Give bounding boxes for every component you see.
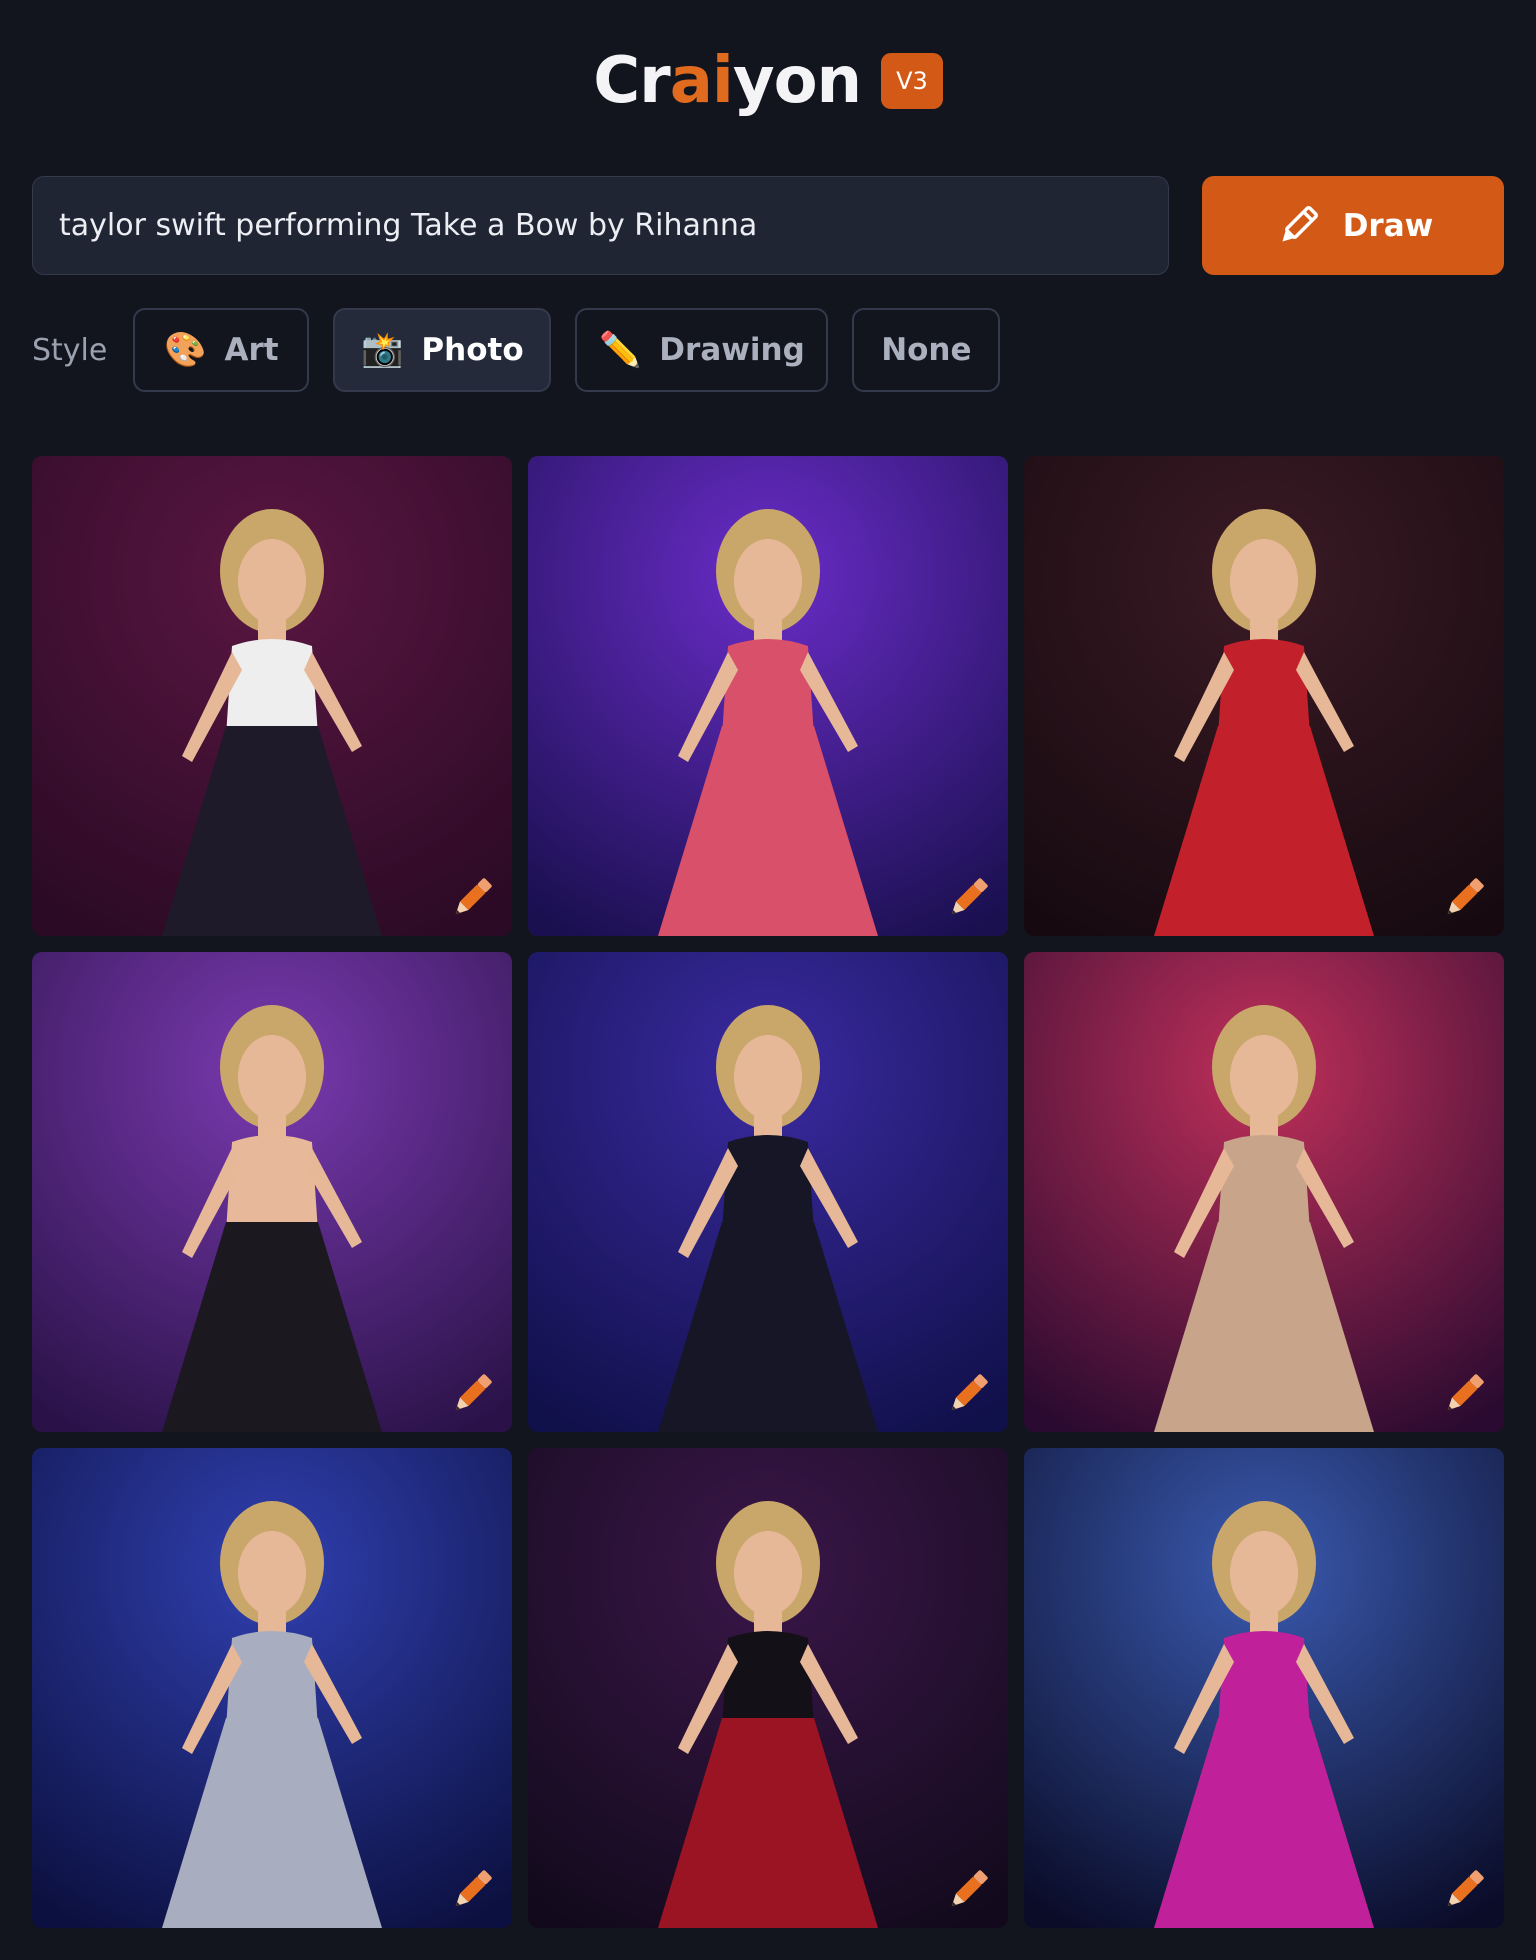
result-photo (1024, 1448, 1504, 1928)
edit-pencil-icon[interactable] (942, 1864, 994, 1916)
result-image-5[interactable] (528, 952, 1008, 1432)
result-image-1[interactable] (32, 456, 512, 936)
draw-button[interactable]: Draw (1202, 176, 1504, 275)
result-photo (32, 952, 512, 1432)
result-photo (32, 1448, 512, 1928)
edit-pencil-icon[interactable] (1438, 1864, 1490, 1916)
result-image-7[interactable] (32, 1448, 512, 1928)
prompt-input[interactable] (59, 208, 1142, 243)
edit-pencil-icon[interactable] (446, 1864, 498, 1916)
style-option-label: None (881, 332, 972, 368)
result-photo (32, 456, 512, 936)
prompt-field[interactable] (32, 176, 1169, 275)
style-option-label: Art (224, 332, 279, 368)
style-option-none[interactable]: None (852, 308, 1001, 392)
result-photo (1024, 952, 1504, 1432)
style-option-label: Photo (421, 332, 524, 368)
edit-pencil-icon[interactable] (942, 1368, 994, 1420)
style-option-drawing[interactable]: ✏️ Drawing (575, 308, 829, 392)
result-image-8[interactable] (528, 1448, 1008, 1928)
logo[interactable]: Craiyon V3 (0, 44, 1536, 118)
result-image-4[interactable] (32, 952, 512, 1432)
edit-pencil-icon[interactable] (1438, 872, 1490, 924)
style-option-photo[interactable]: 📸 Photo (333, 308, 552, 392)
draw-button-label: Draw (1342, 207, 1434, 244)
version-badge: V3 (881, 53, 943, 109)
style-option-label: Drawing (659, 332, 805, 368)
style-selector: Style 🎨 Art 📸 Photo ✏️ Drawing None (32, 308, 1024, 392)
style-label: Style (32, 332, 108, 368)
palette-icon: 🎨 (164, 330, 207, 370)
result-photo (528, 1448, 1008, 1928)
camera-flash-icon: 📸 (361, 330, 404, 370)
result-image-2[interactable] (528, 456, 1008, 936)
edit-pencil-icon[interactable] (446, 872, 498, 924)
logo-wordmark: Craiyon (593, 44, 862, 118)
result-image-9[interactable] (1024, 1448, 1504, 1928)
edit-pencil-icon[interactable] (446, 1368, 498, 1420)
pencil-emoji-icon: ✏️ (598, 330, 642, 370)
result-image-6[interactable] (1024, 952, 1504, 1432)
edit-pencil-icon[interactable] (942, 872, 994, 924)
result-photo (1024, 456, 1504, 936)
edit-pencil-icon[interactable] (1438, 1368, 1490, 1420)
style-option-art[interactable]: 🎨 Art (133, 308, 310, 392)
result-image-3[interactable] (1024, 456, 1504, 936)
result-photo (528, 456, 1008, 936)
results-grid (32, 456, 1504, 1928)
pencil-icon (1282, 205, 1318, 242)
result-photo (528, 952, 1008, 1432)
